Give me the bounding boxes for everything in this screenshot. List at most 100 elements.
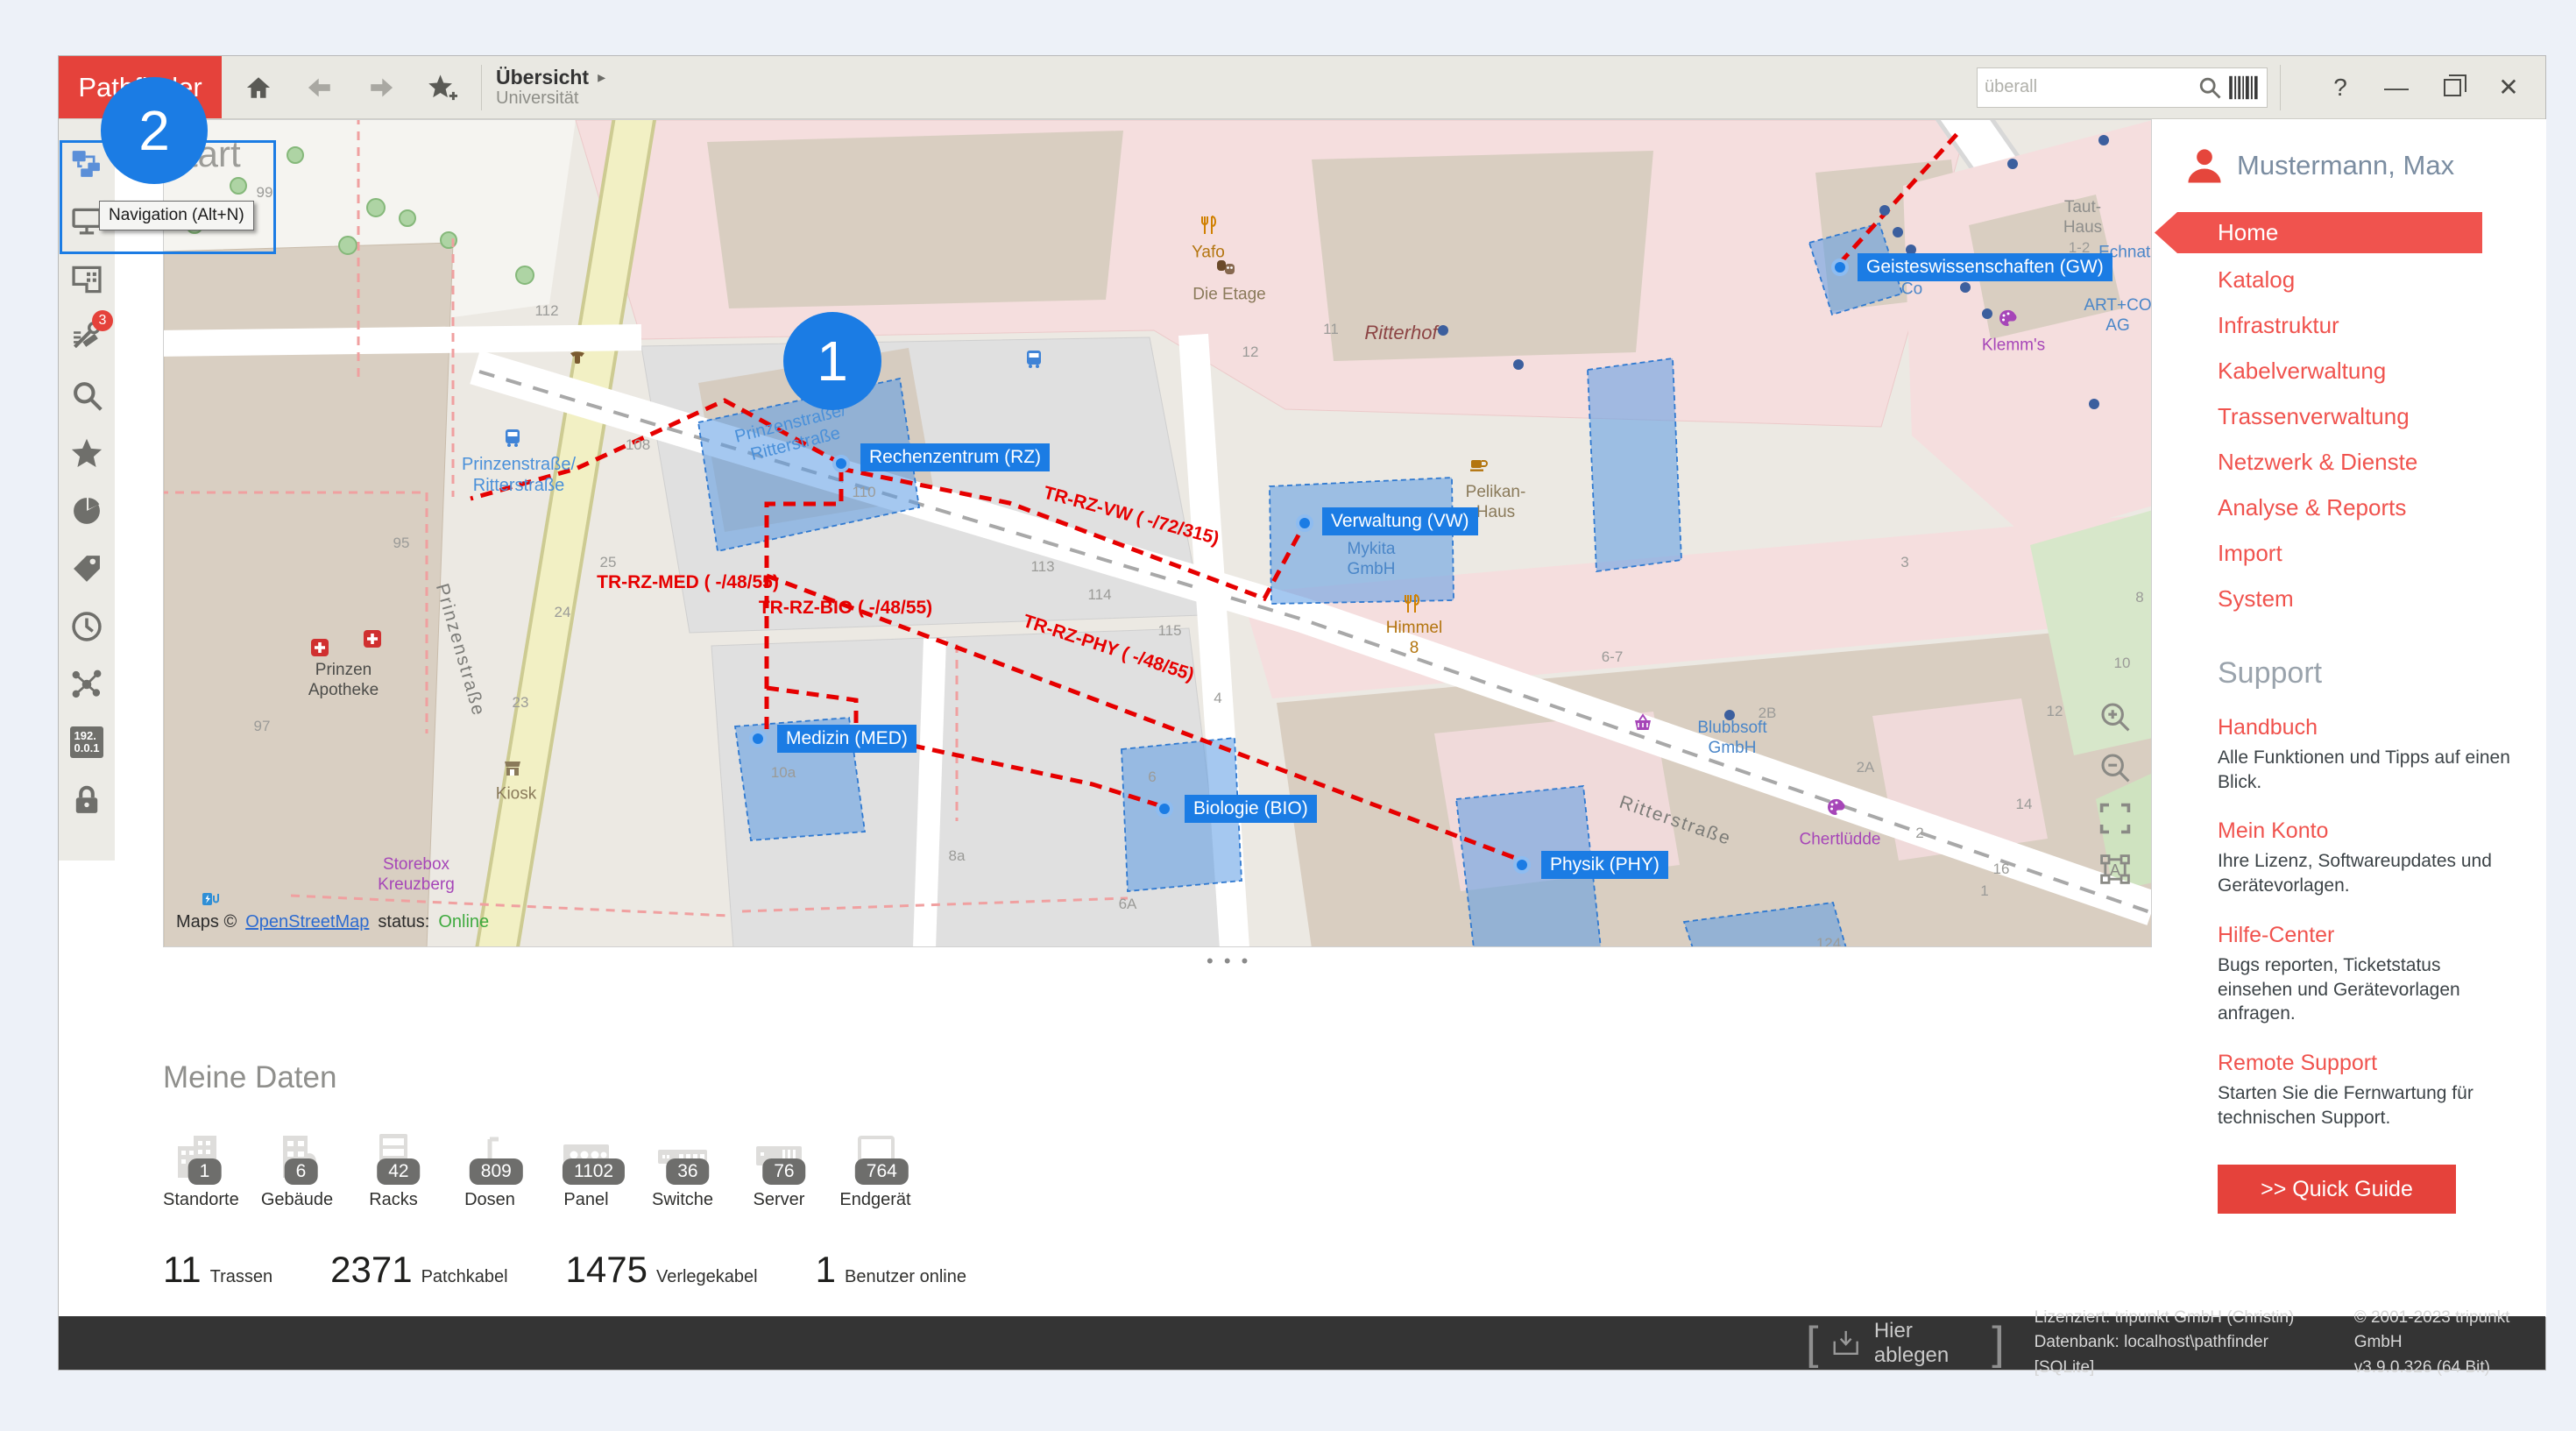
house-number: 8a [949, 847, 966, 865]
navigation-tooltip: Navigation (Alt+N) [99, 201, 254, 230]
building-marker-dot[interactable] [1513, 856, 1531, 874]
house-number: 95 [393, 535, 410, 552]
house-number: 2 [1915, 825, 1923, 842]
stat-tile: 36Switche [645, 1132, 720, 1210]
sidebar-item-kabelverwaltung[interactable]: Kabelverwaltung [2174, 348, 2546, 393]
map-canvas[interactable]: 999510811011225242397113114115111210a8a6… [163, 119, 2152, 947]
sidebar-item-import[interactable]: Import [2174, 530, 2546, 576]
floorplan-icon[interactable] [59, 251, 115, 308]
star-icon[interactable] [59, 424, 115, 482]
openstreetmap-link[interactable]: OpenStreetMap [245, 912, 369, 932]
search-input[interactable] [1985, 77, 2197, 97]
zoom-out-icon[interactable] [2097, 749, 2134, 786]
house-number: 14 [2016, 796, 2033, 813]
stat-tile: 76Server [741, 1132, 817, 1210]
charging-icon [199, 888, 220, 909]
stat-tile: 764Endgerät [838, 1132, 913, 1210]
house-number: 10 [2114, 655, 2131, 672]
ip-address-icon[interactable]: 192.0.0.1 [59, 713, 115, 771]
drop-zone[interactable]: [ Hier ablegen ] [1806, 1319, 2005, 1368]
minimize-button[interactable]: — [2368, 63, 2424, 112]
tag-icon[interactable] [59, 540, 115, 598]
tools-icon[interactable]: 3 [59, 308, 115, 366]
lock-icon[interactable] [59, 771, 115, 829]
building-marker-dot[interactable] [749, 730, 767, 747]
sidebar-item-netzwerk-dienste[interactable]: Netzwerk & Dienste [2174, 439, 2546, 485]
copyright: © 2001-2023 tripunkt GmbH [2354, 1306, 2545, 1356]
magnifier-icon[interactable] [59, 366, 115, 424]
stat-tile: 42Racks [356, 1132, 431, 1210]
stat-label: Switche [645, 1190, 720, 1210]
house-number: 6A [1119, 896, 1137, 913]
poi-label: Mykita GmbH [1348, 540, 1396, 580]
drop-here-icon [1830, 1328, 1861, 1359]
stat-count-badge: 1 [188, 1158, 222, 1185]
restore-icon [2444, 79, 2461, 96]
building-marker-dot[interactable] [1156, 800, 1173, 818]
support-link[interactable]: Mein Konto [2218, 818, 2516, 844]
sidebar-item-analyse-reports[interactable]: Analyse & Reports [2174, 485, 2546, 530]
pie-chart-icon[interactable] [59, 482, 115, 540]
forward-icon[interactable] [357, 63, 406, 112]
sidebar-item-infrastruktur[interactable]: Infrastruktur [2174, 302, 2546, 348]
stat-tile: 1 Standorte [163, 1132, 238, 1210]
label-toggle-icon[interactable]: A [2097, 851, 2134, 888]
add-favorite-icon[interactable] [418, 63, 467, 112]
help-button[interactable]: ? [2312, 63, 2368, 112]
breadcrumb[interactable]: Übersicht▸ Universität [496, 66, 605, 109]
quick-guide-button[interactable]: >> Quick Guide [2218, 1165, 2456, 1214]
building-marker-label[interactable]: Physik (PHY) [1541, 851, 1668, 879]
support-link[interactable]: Hilfe-Center [2218, 923, 2516, 948]
building-marker-label[interactable]: Rechenzentrum (RZ) [860, 443, 1050, 471]
search-icon[interactable] [2197, 74, 2223, 101]
building-marker-dot[interactable] [1296, 514, 1313, 532]
zoom-in-icon[interactable] [2097, 698, 2134, 735]
breadcrumb-secondary: Universität [496, 89, 605, 109]
support-link-block: Remote SupportStarten Sie die Fernwartun… [2218, 1051, 2516, 1130]
building-marker-dot[interactable] [832, 455, 850, 472]
building-marker-label[interactable]: Medizin (MED) [777, 725, 916, 753]
pharmacy-cross-icon [362, 628, 383, 649]
house-number: 114 [1087, 586, 1111, 604]
barcode-scan-icon[interactable] [2228, 74, 2260, 102]
bus-stop-label: Prinzenstraße/ Ritterstraße [462, 454, 576, 496]
support-link[interactable]: Remote Support [2218, 1051, 2516, 1076]
poi-label: Blubbsoft GmbH [1697, 719, 1766, 759]
home-icon[interactable] [234, 63, 283, 112]
house-number: 6 [1148, 769, 1156, 786]
house-number: 115 [1157, 622, 1181, 640]
back-icon[interactable] [295, 63, 344, 112]
sidebar-item-system[interactable]: System [2174, 576, 2546, 621]
fit-view-icon[interactable] [2097, 800, 2134, 837]
app-window: Pathfinder Übersicht▸ Universität [58, 55, 2546, 1371]
user-row[interactable]: Mustermann, Max [2184, 145, 2546, 186]
map-attribution: Maps © OpenStreetMap status: Online [176, 912, 489, 932]
house-number: 10a [771, 764, 796, 782]
tutorial-step-1-badge: 1 [783, 312, 881, 410]
poi-label: ART+CO AG [2084, 296, 2151, 336]
building-marker-label[interactable]: Geisteswissenschaften (GW) [1858, 253, 2112, 281]
house-number: 16 [1993, 861, 2010, 878]
poi-label: Ritterhof [1364, 322, 1437, 344]
sidebar-item-home[interactable]: Home [2155, 212, 2482, 253]
sidebar-item-trassenverwaltung[interactable]: Trassenverwaltung [2174, 393, 2546, 439]
house-number: 4 [1214, 690, 1221, 707]
building-marker-dot[interactable] [1831, 259, 1849, 276]
stats-row: 1Standorte6Gebäude42Racks809Dosen1102Pan… [163, 1132, 1214, 1210]
sidebar-item-katalog[interactable]: Katalog [2174, 257, 2546, 302]
sidebar-menu: HomeKatalogInfrastrukturKabelverwaltungT… [2174, 212, 2546, 621]
clock-icon[interactable] [59, 598, 115, 655]
close-button[interactable]: ✕ [2480, 63, 2537, 112]
map-attr-prefix: Maps © [176, 912, 237, 932]
stat-label: Standorte [163, 1190, 238, 1210]
building-marker-label[interactable]: Biologie (BIO) [1185, 795, 1317, 823]
building-marker-label[interactable]: Verwaltung (VW) [1322, 507, 1478, 535]
utensils-icon [1401, 593, 1422, 614]
titlebar-divider [481, 65, 482, 110]
license-line1: Lizenziert: tripunkt GmbH (Christin) [2035, 1306, 2309, 1331]
graph-icon[interactable] [59, 655, 115, 713]
map-resize-handle[interactable]: • • • [1207, 950, 1250, 973]
house-number: 12 [1242, 344, 1259, 361]
support-link[interactable]: Handbuch [2218, 715, 2516, 740]
restore-button[interactable] [2424, 63, 2480, 112]
